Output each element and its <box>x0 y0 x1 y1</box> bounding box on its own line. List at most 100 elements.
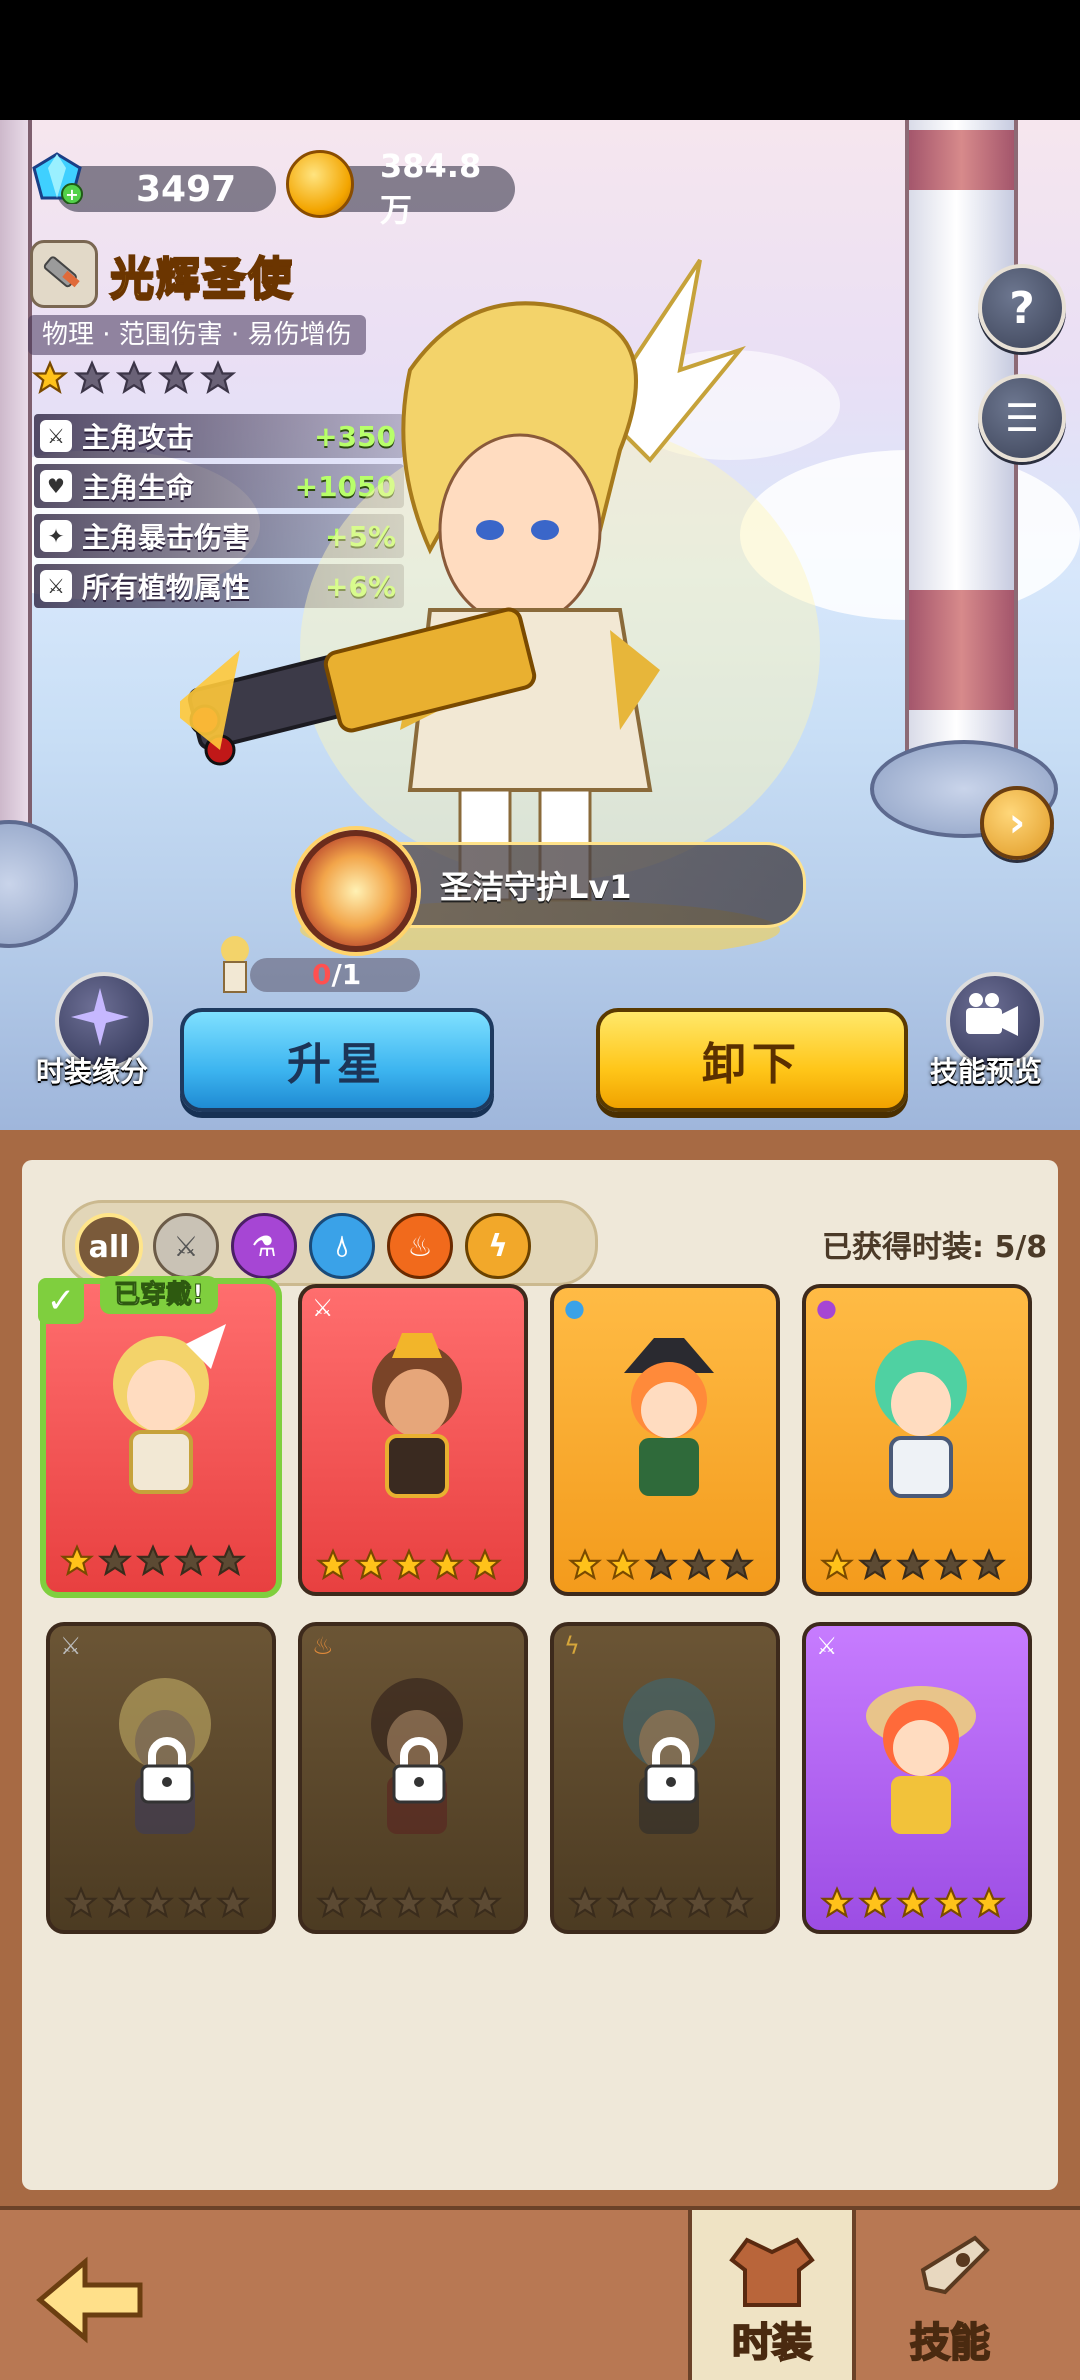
star-filled-icon <box>606 1548 640 1581</box>
owned-count: 已获得时装: 5/8 <box>822 1230 1048 1265</box>
star-filled-icon <box>568 1548 602 1581</box>
check-icon: ✓ <box>38 1278 84 1324</box>
costume-character <box>372 1333 462 1498</box>
card-stars <box>820 1886 1006 1920</box>
star-empty-icon <box>568 1886 602 1919</box>
fragment-current: 0 <box>312 958 332 991</box>
costume-card-8[interactable]: ⚔ <box>802 1622 1032 1934</box>
star-empty-icon <box>644 1886 678 1919</box>
star-filled-icon <box>820 1548 854 1581</box>
star-filled-icon <box>316 1548 350 1581</box>
worn-tag: 已穿戴! <box>100 1276 218 1314</box>
star-empty-icon <box>354 1886 388 1919</box>
costume-character <box>113 1324 226 1494</box>
star-empty-icon <box>720 1886 754 1919</box>
sword-icon: ⚔ <box>40 570 72 602</box>
tab-skills[interactable]: 技能 <box>870 2210 1030 2380</box>
back-button[interactable] <box>20 2210 160 2380</box>
tab-costume-label: 时装 <box>731 2319 813 2367</box>
star-empty-icon <box>972 1548 1006 1581</box>
star-filled-icon <box>820 1886 854 1919</box>
element-filter-bar: all ⚔ ⚗ 💧︎ ♨ ϟ <box>62 1200 598 1286</box>
costume-card-1[interactable] <box>40 1278 282 1598</box>
attack-icon: ⚔ <box>40 420 72 452</box>
tab-costume[interactable]: 时装 <box>688 2210 856 2380</box>
costume-card-4[interactable]: ● <box>802 1284 1032 1596</box>
costume-card-6-locked[interactable]: ♨ <box>298 1622 528 1934</box>
star-empty-icon <box>858 1548 892 1581</box>
star-empty-icon <box>606 1886 640 1919</box>
sword-class-icon <box>30 240 98 308</box>
costume-character <box>624 1338 714 1496</box>
star-filled-icon <box>32 360 68 395</box>
back-arrow-icon <box>36 2256 143 2344</box>
star-empty-icon <box>682 1886 716 1919</box>
costume-character <box>875 1340 967 1498</box>
mini-hero-icon <box>221 936 249 993</box>
skill-name: 圣洁守护Lv1 <box>440 868 632 906</box>
filter-sword[interactable]: ⚔ <box>153 1213 219 1279</box>
water-drop-icon: 💧︎ <box>336 1228 348 1264</box>
costume-card-7-locked[interactable]: ϟ <box>550 1622 780 1934</box>
star-empty-icon <box>136 1544 170 1577</box>
card-stars <box>568 1886 754 1920</box>
card-stars <box>64 1886 250 1920</box>
costume-card-3[interactable]: ● <box>550 1284 780 1596</box>
costume-card-2[interactable]: ⚔ <box>298 1284 528 1596</box>
unequip-button[interactable]: 卸下 <box>596 1008 908 1112</box>
svg-text:+: + <box>65 185 78 204</box>
fire-icon: ♨ <box>407 1229 433 1263</box>
star-empty-icon <box>102 1886 136 1919</box>
chevron-right-icon: › <box>1008 800 1026 846</box>
skill-preview-label: 技能预览 <box>930 1055 1043 1088</box>
tab-skills-label: 技能 <box>909 2319 991 2367</box>
filter-all[interactable]: all <box>75 1213 143 1281</box>
menu-button[interactable]: ☰ <box>978 374 1066 462</box>
star-empty-icon <box>212 1544 246 1577</box>
fragment-progress-text: 0/1 <box>312 958 361 991</box>
star-empty-icon <box>468 1886 502 1919</box>
filter-water[interactable]: 💧︎ <box>309 1213 375 1279</box>
next-button[interactable]: › <box>980 786 1054 860</box>
star-empty-icon <box>64 1886 98 1919</box>
star-up-button[interactable]: 升星 <box>180 1008 494 1112</box>
star-empty-icon <box>216 1886 250 1919</box>
gem-icon: + <box>32 152 83 204</box>
star-filled-icon <box>858 1886 892 1919</box>
star-filled-icon <box>934 1886 968 1919</box>
coin-icon <box>286 150 354 218</box>
sparkle-icon <box>71 988 129 1046</box>
heart-icon: ♥ <box>40 470 72 502</box>
star-empty-icon <box>896 1548 930 1581</box>
question-icon: ? <box>1009 282 1035 334</box>
star-empty-icon <box>430 1886 464 1919</box>
lock-icon <box>392 1737 446 1804</box>
lock-icon <box>644 1737 698 1804</box>
costume-card-5-locked[interactable]: ⚔ <box>46 1622 276 1934</box>
star-filled-icon <box>468 1548 502 1581</box>
pillar-base <box>0 820 78 948</box>
star-empty-icon <box>316 1886 350 1919</box>
star-empty-icon <box>392 1886 426 1919</box>
card-stars <box>820 1548 1006 1582</box>
star-empty-icon <box>74 360 110 395</box>
help-button[interactable]: ? <box>978 264 1066 352</box>
potion-icon: ⚗ <box>251 1229 277 1263</box>
fragment-total: /1 <box>331 958 362 991</box>
filter-potion[interactable]: ⚗ <box>231 1213 297 1279</box>
costume-bond-label: 时装缘分 <box>36 1055 149 1088</box>
star-empty-icon <box>178 1886 212 1919</box>
star-empty-icon <box>720 1548 754 1581</box>
star-empty-icon <box>644 1548 678 1581</box>
star-empty-icon <box>116 360 152 395</box>
gem-count: 3497 <box>136 168 237 210</box>
star-empty-icon <box>682 1548 716 1581</box>
filter-fire[interactable]: ♨ <box>387 1213 453 1279</box>
star-empty-icon <box>934 1548 968 1581</box>
gem-counter: 3497 <box>56 166 276 212</box>
filter-lightning[interactable]: ϟ <box>465 1213 531 1279</box>
skill-medal-icon[interactable] <box>295 830 417 952</box>
pillar-band <box>909 590 1014 710</box>
star-filled-icon <box>354 1548 388 1581</box>
card-stars <box>60 1544 246 1578</box>
